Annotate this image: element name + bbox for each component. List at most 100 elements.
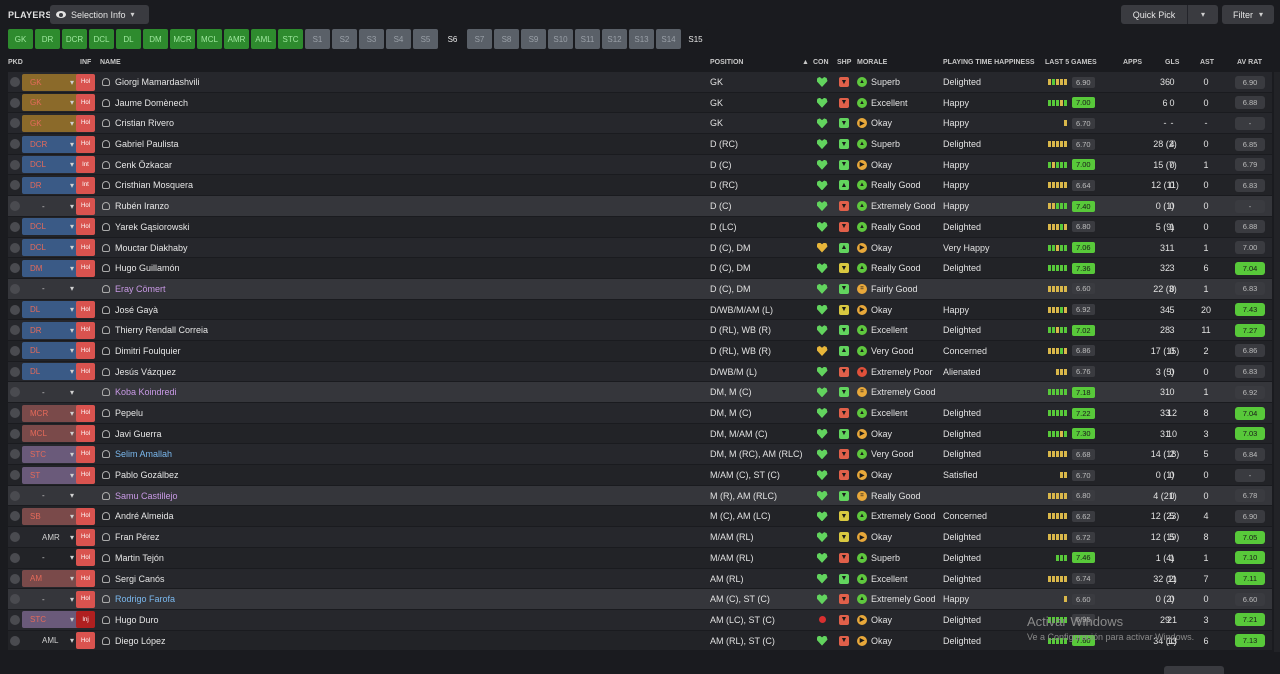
position-chip[interactable]: S9 — [521, 29, 546, 49]
table-row[interactable]: - ▾ Koba Koindredi DM, M (C) ▼ = Extremely Goo… — [8, 382, 1272, 403]
table-row[interactable]: AM ▾ Hol Sergi Canós AM (RL) ▼ ▲ Excellent Delig… — [8, 568, 1272, 590]
pick-toggle[interactable] — [10, 506, 21, 526]
chevron-down-icon[interactable]: ▾ — [1188, 10, 1218, 19]
table-row[interactable]: MCL ▾ Hol Javi Guerra DM, M/AM (C) ▼ ▶ Okay Deli… — [8, 423, 1272, 445]
player-name[interactable]: Selim Amallah — [102, 444, 402, 464]
table-row[interactable]: - ▾ Samu Castillejo M (R), AM (RLC) ▼ = Really… — [8, 485, 1272, 507]
table-row[interactable]: SB ▾ Hol André Almeida M (C), AM (LC) ▼ ▲ Extre… — [8, 506, 1272, 528]
pkd-select[interactable]: DL ▾ — [22, 341, 79, 361]
table-row[interactable]: - ▾ Hol Rubén Iranzo D (C) ▼ ▲ Extremely Good Ha… — [8, 196, 1272, 217]
pick-toggle[interactable] — [10, 424, 21, 444]
pick-toggle[interactable] — [10, 362, 21, 382]
pkd-select[interactable]: - ▾ — [22, 589, 79, 609]
col-shp[interactable]: SHP — [837, 59, 851, 66]
player-name[interactable]: Pepelu — [102, 403, 402, 423]
table-row[interactable]: DL ▾ Hol José Gayà D/WB/M/AM (L) ▼ ▶ Okay Happy 6… — [8, 299, 1272, 321]
pick-toggle[interactable] — [10, 631, 21, 651]
col-apps[interactable]: APPS — [1123, 59, 1142, 66]
pick-toggle[interactable] — [10, 196, 21, 216]
pkd-select[interactable]: DCL ▾ — [22, 155, 79, 175]
pkd-select[interactable]: DL ▾ — [22, 362, 79, 382]
col-position[interactable]: POSITION — [710, 59, 743, 66]
player-name[interactable]: Samu Castillejo — [102, 486, 402, 506]
col-pkd[interactable]: PKD — [8, 59, 23, 66]
pick-toggle[interactable] — [10, 155, 21, 175]
pkd-select[interactable]: GK ▾ — [22, 72, 79, 92]
position-chip[interactable]: AMR — [224, 29, 249, 49]
table-row[interactable]: DR ▾ Int Cristhian Mosquera D (RC) ▲ ▲ Really G… — [8, 175, 1272, 197]
player-name[interactable]: Gabriel Paulista — [102, 134, 402, 154]
position-chip[interactable]: DCL — [89, 29, 114, 49]
player-name[interactable]: Thierry Rendall Correia — [102, 320, 402, 340]
col-ast[interactable]: AST — [1200, 59, 1214, 66]
table-row[interactable]: DCL ▾ Int Cenk Özkacar D (C) ▼ ▶ Okay Happy 7.00 1… — [8, 154, 1272, 176]
position-chip[interactable]: S11 — [575, 29, 600, 49]
pick-toggle[interactable] — [10, 175, 21, 195]
position-chip[interactable]: STC — [278, 29, 303, 49]
position-chip[interactable]: S2 — [332, 29, 357, 49]
pkd-select[interactable]: GK ▾ — [22, 93, 79, 113]
pick-toggle[interactable] — [10, 258, 21, 278]
col-con[interactable]: CON — [813, 59, 829, 66]
player-name[interactable]: Pablo Gozálbez — [102, 465, 402, 485]
pkd-select[interactable]: GK ▾ — [22, 113, 79, 133]
table-row[interactable]: GK ▾ Hol Jaume Domènech GK ▼ ▲ Excellent Happy 7.… — [8, 92, 1272, 114]
pick-toggle[interactable] — [10, 589, 21, 609]
position-chip[interactable]: S10 — [548, 29, 573, 49]
position-chip[interactable]: S6 — [440, 29, 465, 49]
table-row[interactable]: - ▾ Hol Rodrigo Farofa AM (C), ST (C) ▼ ▲ Extre… — [8, 589, 1272, 610]
pkd-select[interactable]: DM ▾ — [22, 258, 79, 278]
position-chip[interactable]: DR — [35, 29, 60, 49]
player-name[interactable]: Javi Guerra — [102, 424, 402, 444]
pkd-select[interactable]: SB ▾ — [22, 506, 79, 526]
footer-button[interactable] — [1164, 666, 1224, 674]
position-chip[interactable]: S3 — [359, 29, 384, 49]
pick-toggle[interactable] — [10, 113, 21, 133]
col-avrat[interactable]: AV RAT — [1237, 59, 1262, 66]
player-name[interactable]: Cenk Özkacar — [102, 155, 402, 175]
position-chip[interactable]: S12 — [602, 29, 627, 49]
pkd-select[interactable]: - ▾ — [22, 486, 79, 506]
pkd-select[interactable]: DCR ▾ — [22, 134, 79, 154]
pick-toggle[interactable] — [10, 300, 21, 320]
table-row[interactable]: DCR ▾ Hol Gabriel Paulista D (RC) ▼ ▲ Superb Del… — [8, 134, 1272, 155]
position-chip[interactable]: S13 — [629, 29, 654, 49]
table-row[interactable]: GK ▾ Hol Giorgi Mamardashvili GK ▼ ▲ Superb Deli… — [8, 72, 1272, 93]
player-name[interactable]: Mouctar Diakhaby — [102, 238, 402, 258]
table-row[interactable]: AMR ▾ Hol Fran Pérez M/AM (RL) ▼ ▶ Okay Delighte… — [8, 527, 1272, 548]
pick-toggle[interactable] — [10, 238, 21, 258]
position-chip[interactable]: DL — [116, 29, 141, 49]
player-name[interactable]: Fran Pérez — [102, 527, 402, 547]
table-row[interactable]: MCR ▾ Hol Pepelu DM, M (C) ▼ ▲ Excellent Delight… — [8, 403, 1272, 424]
pick-toggle[interactable] — [10, 382, 21, 402]
pkd-select[interactable]: AM ▾ — [22, 569, 79, 589]
position-chip[interactable]: S14 — [656, 29, 681, 49]
pick-toggle[interactable] — [10, 610, 21, 630]
table-row[interactable]: - ▾ Hol Martin Tejón M/AM (RL) ▼ ▲ Superb Deligh… — [8, 547, 1272, 569]
player-name[interactable]: Jaume Domènech — [102, 93, 402, 113]
position-chip[interactable]: DM — [143, 29, 168, 49]
table-row[interactable]: DL ▾ Hol Dimitri Foulquier D (RL), WB (R) ▲ ▲ V… — [8, 340, 1272, 362]
col-name[interactable]: NAME — [100, 59, 121, 66]
pkd-select[interactable]: STC ▾ — [22, 444, 79, 464]
table-row[interactable]: GK ▾ Hol Cristian Rivero GK ▼ ▶ Okay Happy 6.70 - -… — [8, 113, 1272, 135]
player-name[interactable]: Giorgi Mamardashvili — [102, 72, 402, 92]
pick-toggle[interactable] — [10, 569, 21, 589]
player-name[interactable]: José Gayà — [102, 300, 402, 320]
pick-toggle[interactable] — [10, 134, 21, 154]
pick-toggle[interactable] — [10, 465, 21, 485]
position-chip[interactable]: S4 — [386, 29, 411, 49]
pkd-select[interactable]: - ▾ — [22, 548, 79, 568]
player-name[interactable]: Jesús Vázquez — [102, 362, 402, 382]
col-inf[interactable]: INF — [80, 59, 91, 66]
position-chip[interactable]: MCL — [197, 29, 222, 49]
table-row[interactable]: ST ▾ Hol Pablo Gozálbez M/AM (C), ST (C) ▼ ▶ Ok… — [8, 465, 1272, 486]
pkd-select[interactable]: AMR ▾ — [22, 527, 79, 547]
pkd-select[interactable]: MCR ▾ — [22, 403, 79, 423]
pick-toggle[interactable] — [10, 486, 21, 506]
pkd-select[interactable]: ST ▾ — [22, 465, 79, 485]
pkd-select[interactable]: - ▾ — [22, 382, 79, 402]
player-name[interactable]: Yarek Gąsiorowski — [102, 217, 402, 237]
player-name[interactable]: André Almeida — [102, 506, 402, 526]
player-name[interactable]: Martin Tejón — [102, 548, 402, 568]
